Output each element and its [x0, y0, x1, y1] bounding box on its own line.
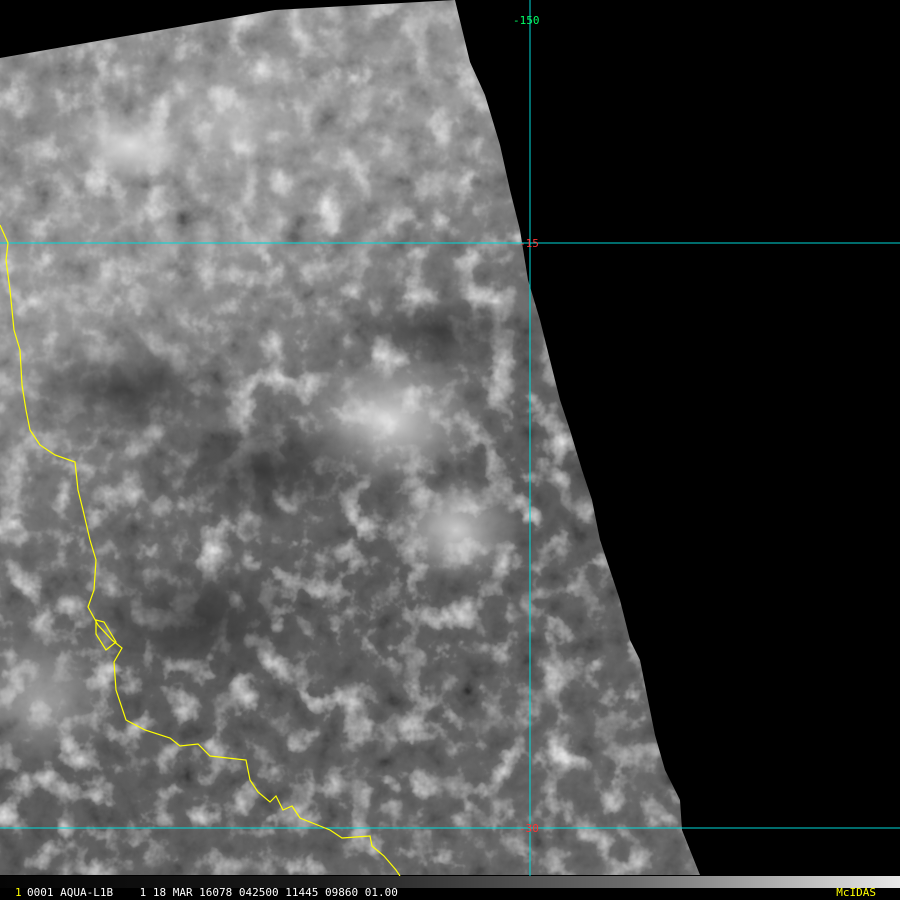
bright-cloud: [385, 475, 525, 585]
dark-ocean-patch: [345, 295, 535, 365]
latitude-label: -30: [519, 822, 539, 835]
haze-cloud: [140, 50, 320, 190]
satellite-viewer: -150 -15 -30 1 0001 AQUA-L1B 1 18 MAR 16…: [0, 0, 900, 900]
frame-marker: 1: [15, 886, 22, 899]
mcidas-brand: McIDAS: [836, 886, 876, 899]
image-metadata: 0001 AQUA-L1B 1 18 MAR 16078 042500 1144…: [27, 886, 398, 899]
dark-ocean-patch: [90, 560, 310, 680]
longitude-label: -150: [513, 14, 540, 27]
latitude-label: -15: [519, 237, 539, 250]
dark-ocean-patch: [130, 415, 390, 525]
satellite-image-canvas: -150 -15 -30: [0, 0, 900, 900]
